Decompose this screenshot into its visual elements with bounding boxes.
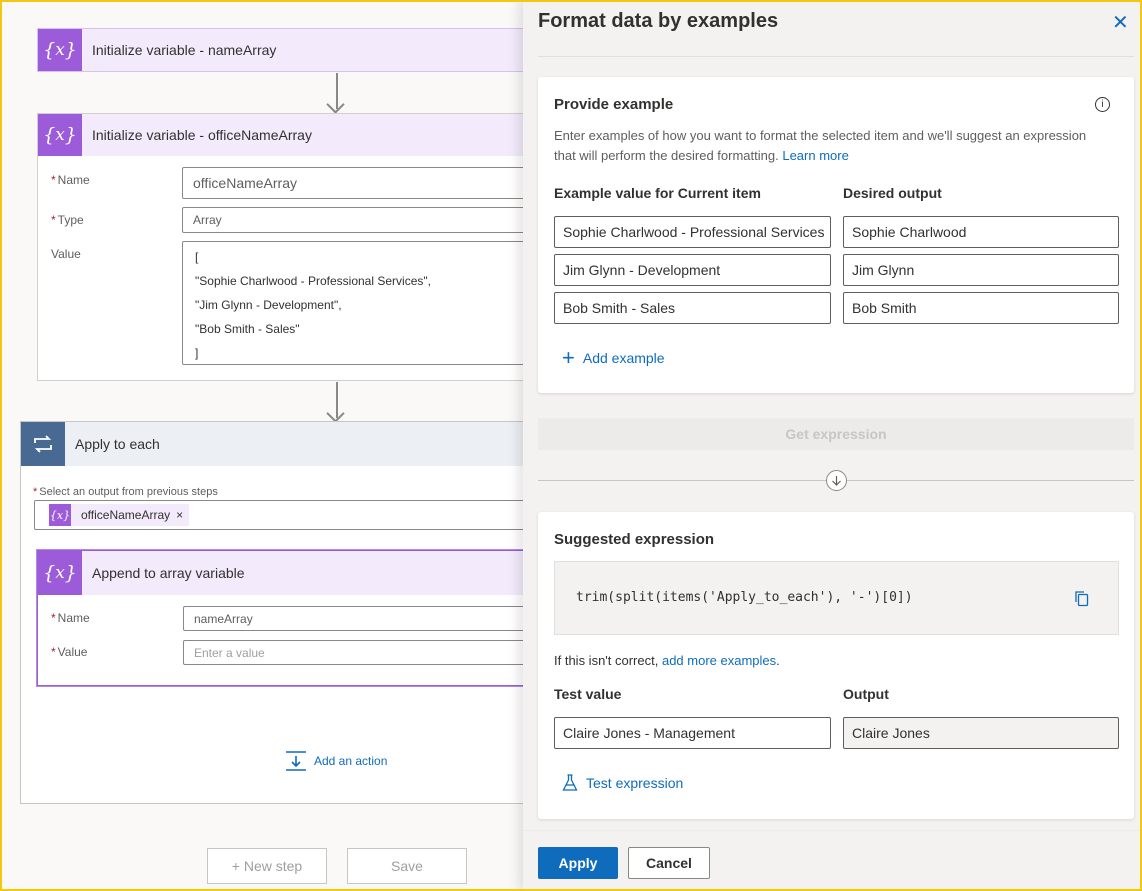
- divider: [538, 56, 1134, 57]
- flow-canvas: {x} Initialize variable - nameArray {x} …: [0, 0, 523, 891]
- select-output-field[interactable]: {x} officeNameArray ×: [34, 500, 523, 530]
- provide-example-section: Provide example i Enter examples of how …: [538, 77, 1134, 393]
- provide-example-description: Enter examples of how you want to format…: [554, 128, 1087, 163]
- test-expression-label: Test expression: [586, 775, 684, 791]
- panel-footer-divider: [523, 830, 1142, 831]
- suggested-expression-section: Suggested expression trim(split(items('A…: [538, 512, 1134, 819]
- value-textarea[interactable]: [ "Sophie Charlwood - Professional Servi…: [182, 241, 523, 365]
- card-append-to-array[interactable]: {x} Append to array variable * Name nameA…: [37, 550, 523, 686]
- close-icon[interactable]: ✕: [1112, 10, 1129, 35]
- output-input[interactable]: Jim Glynn: [843, 254, 1119, 286]
- add-action-icon: [286, 751, 306, 771]
- add-action-button[interactable]: Add an action: [285, 750, 387, 772]
- cancel-button[interactable]: Cancel: [628, 847, 710, 879]
- new-step-button[interactable]: + New step: [207, 848, 327, 884]
- card-header[interactable]: {x} Append to array variable: [38, 551, 523, 595]
- example-input[interactable]: Jim Glynn - Development: [554, 254, 831, 286]
- name-field[interactable]: nameArray: [183, 606, 523, 631]
- expression-box: trim(split(items('Apply_to_each'), '-')[…: [554, 561, 1119, 635]
- connector-arrow: [336, 73, 338, 109]
- card-title: Apply to each: [75, 436, 160, 452]
- loop-icon: [21, 422, 65, 466]
- card-title: Initialize variable - officeNameArray: [92, 127, 312, 143]
- apply-button[interactable]: Apply: [538, 847, 618, 879]
- variable-icon: {x}: [38, 551, 82, 595]
- type-select[interactable]: Array: [182, 207, 523, 233]
- example-input[interactable]: Bob Smith - Sales: [554, 292, 831, 324]
- format-data-panel: Format data by examples ✕ Provide exampl…: [523, 0, 1142, 891]
- add-example-label: Add example: [582, 350, 665, 366]
- test-value-input[interactable]: Claire Jones - Management: [554, 717, 831, 749]
- test-expression-button[interactable]: Test expression: [562, 774, 683, 792]
- expression-text: trim(split(items('Apply_to_each'), '-')[…: [576, 590, 913, 605]
- arrow-down-icon: [826, 470, 847, 491]
- card-initialize-name-array[interactable]: {x} Initialize variable - nameArray: [37, 28, 523, 72]
- column-header-output: Desired output: [843, 185, 942, 201]
- value-input[interactable]: Enter a value: [183, 640, 523, 665]
- value-line: "Jim Glynn - Development",: [195, 298, 342, 312]
- copy-icon[interactable]: [1074, 590, 1090, 607]
- flask-icon: [562, 774, 578, 791]
- name-label: * Name: [51, 611, 90, 625]
- add-more-examples-link[interactable]: add more examples: [662, 653, 776, 668]
- select-output-label: * Select an output from previous steps: [33, 486, 218, 498]
- get-expression-button[interactable]: Get expression: [538, 418, 1134, 450]
- output-readonly: Claire Jones: [843, 717, 1119, 749]
- value-line: [: [195, 250, 199, 264]
- type-label: * Type: [51, 213, 84, 227]
- plus-icon: +: [562, 345, 575, 370]
- value-label: * Value: [51, 645, 88, 659]
- output-input[interactable]: Bob Smith: [843, 292, 1119, 324]
- connector-arrow: [336, 382, 338, 418]
- variable-icon: {x}: [38, 114, 82, 156]
- value-line: ]: [195, 346, 199, 360]
- dynamic-token[interactable]: {x} officeNameArray ×: [49, 504, 190, 526]
- not-correct-text: If this isn't correct, add more examples…: [554, 653, 780, 668]
- name-field[interactable]: officeNameArray: [182, 167, 523, 199]
- card-apply-to-each[interactable]: Apply to each * Select an output from pre…: [20, 421, 523, 804]
- panel-title: Format data by examples: [538, 10, 779, 32]
- test-value-label: Test value: [554, 686, 622, 702]
- value-label: Value: [51, 247, 81, 261]
- example-input[interactable]: Sophie Charlwood - Professional Services: [554, 216, 831, 248]
- output-label: Output: [843, 686, 889, 702]
- name-label: * Name: [51, 173, 90, 187]
- variable-icon: {x}: [49, 504, 71, 526]
- card-title: Initialize variable - nameArray: [92, 42, 277, 58]
- provide-example-title: Provide example: [554, 96, 674, 113]
- add-example-button[interactable]: + Add example: [562, 345, 665, 370]
- info-icon[interactable]: i: [1095, 97, 1110, 112]
- save-button[interactable]: Save: [347, 848, 467, 884]
- card-header[interactable]: Apply to each: [21, 422, 523, 466]
- card-header[interactable]: {x} Initialize variable - officeNameArra…: [38, 114, 523, 156]
- card-title: Append to array variable: [92, 565, 245, 581]
- token-label: officeNameArray: [81, 508, 171, 522]
- learn-more-link[interactable]: Learn more: [782, 148, 848, 163]
- column-header-example: Example value for Current item: [554, 185, 761, 201]
- token-remove-icon[interactable]: ×: [176, 508, 189, 522]
- variable-icon: {x}: [38, 29, 82, 71]
- suggested-expression-title: Suggested expression: [554, 531, 715, 548]
- value-line: "Sophie Charlwood - Professional Service…: [195, 274, 431, 288]
- value-line: "Bob Smith - Sales": [195, 322, 300, 336]
- add-action-label: Add an action: [314, 754, 388, 768]
- output-input[interactable]: Sophie Charlwood: [843, 216, 1119, 248]
- card-initialize-office-name-array[interactable]: {x} Initialize variable - officeNameArra…: [37, 113, 523, 381]
